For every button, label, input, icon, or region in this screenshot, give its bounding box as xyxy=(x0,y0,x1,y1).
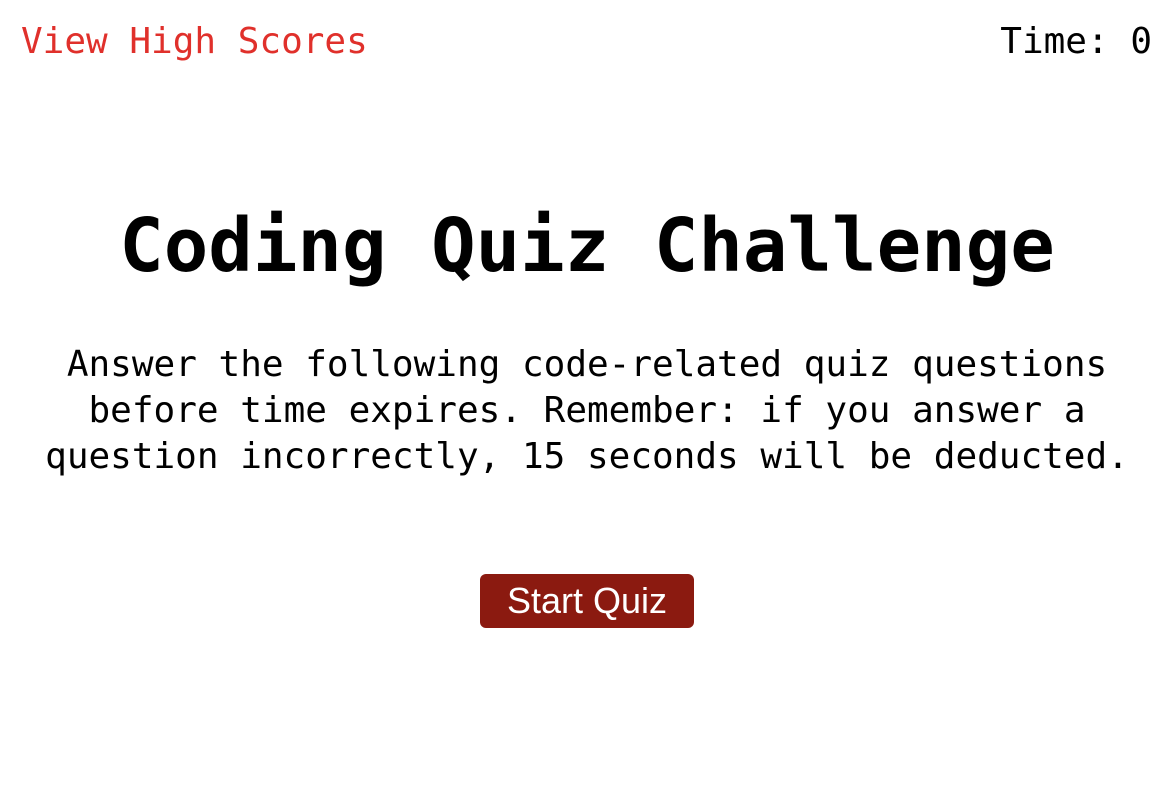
timer-value: 0 xyxy=(1130,21,1152,62)
timer: Time: 0 xyxy=(1000,20,1152,64)
page-title: Coding Quiz Challenge xyxy=(119,203,1055,289)
view-high-scores-link[interactable]: View High Scores xyxy=(21,20,368,64)
header: View High Scores Time: 0 xyxy=(0,0,1174,90)
timer-label: Time: xyxy=(1000,21,1131,62)
start-quiz-button[interactable]: Start Quiz xyxy=(480,574,694,628)
quiz-instructions: Answer the following code-related quiz q… xyxy=(45,344,1129,477)
